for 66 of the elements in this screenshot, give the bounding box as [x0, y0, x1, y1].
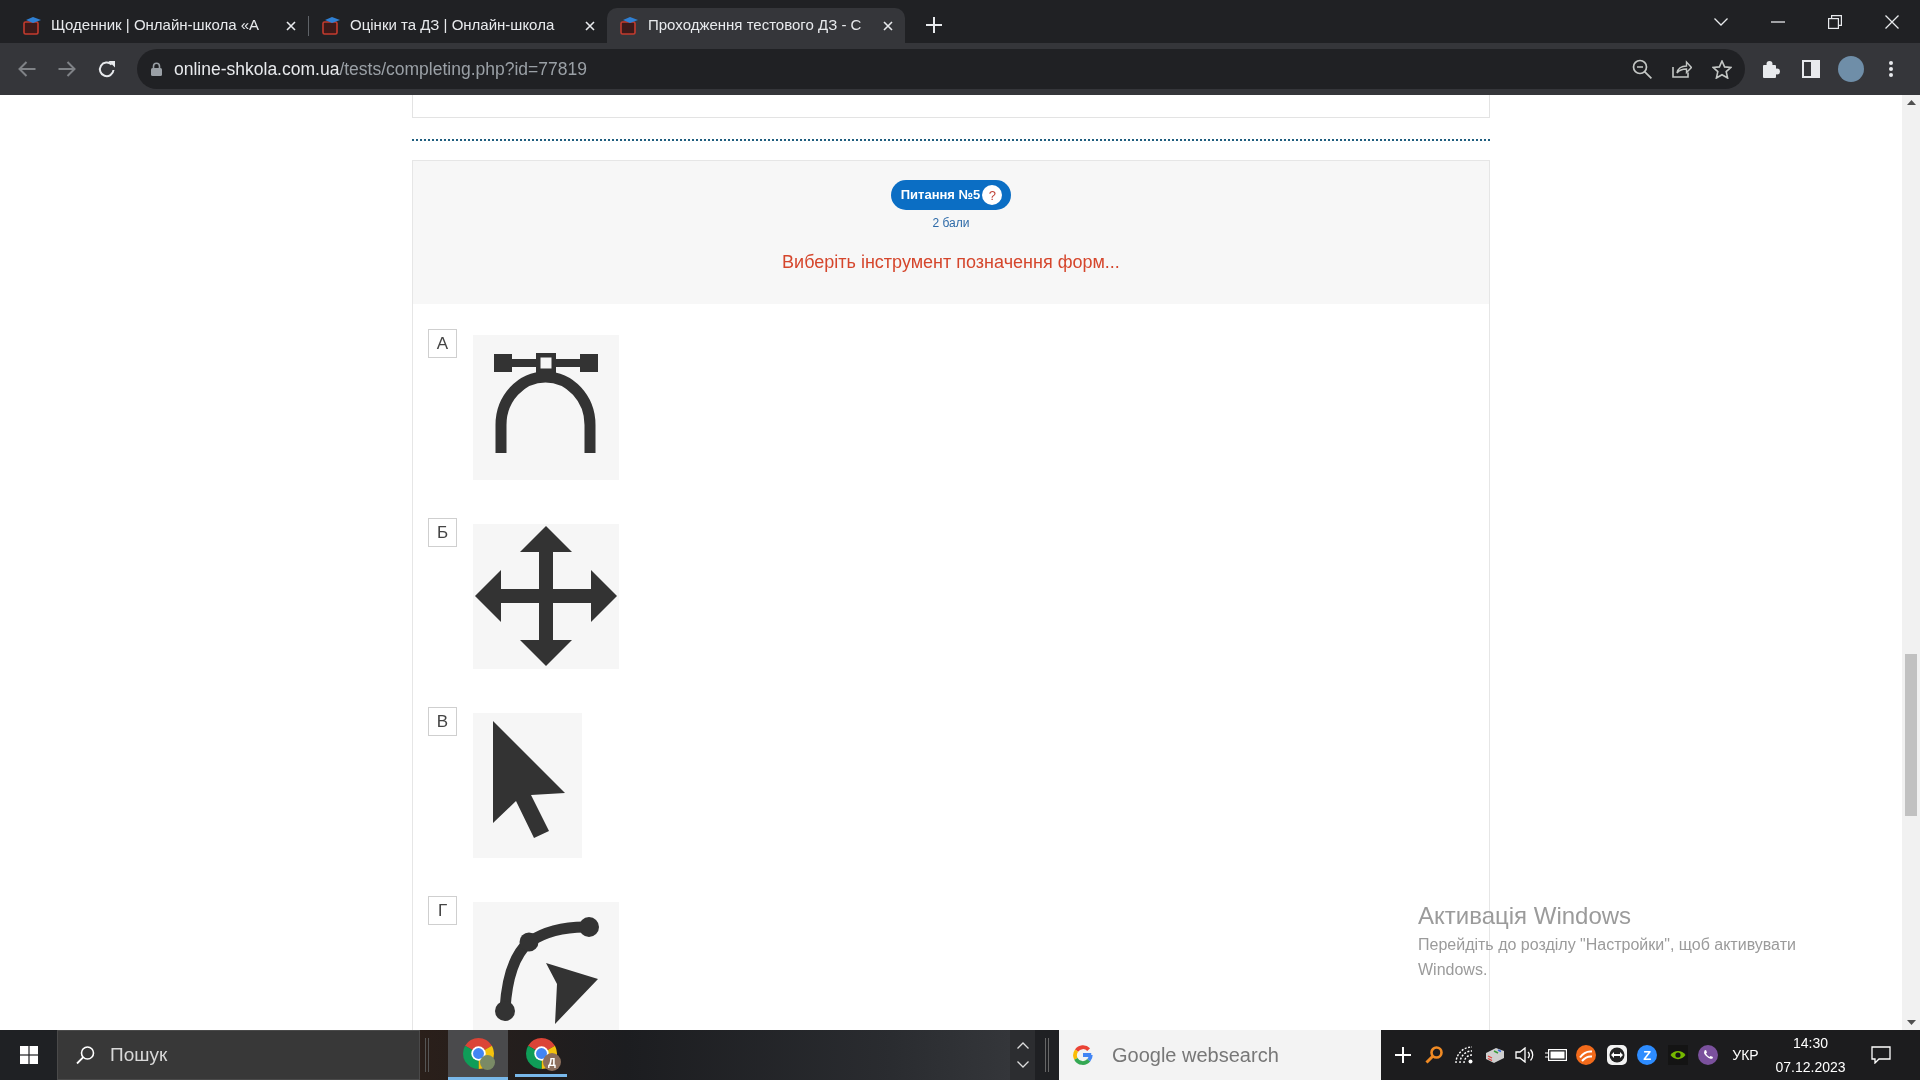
browser-tab[interactable]: Оцінки та ДЗ | Онлайн-школа [309, 8, 607, 43]
points-label: 2 бали [932, 216, 970, 231]
address-field[interactable]: online-shkola.com.ua/tests/completing.php?id=77819 [137, 49, 1745, 89]
close-icon[interactable] [883, 20, 893, 31]
reload-icon [98, 60, 116, 78]
device-icon[interactable] [1484, 1046, 1505, 1064]
clock-time[interactable]: 14:30 [1792, 1031, 1828, 1055]
four-panes-icon [19, 1046, 38, 1064]
browser-tab[interactable]: Проходження тестового ДЗ - С [607, 8, 905, 43]
option-letter[interactable]: А [428, 329, 457, 358]
notification-icon[interactable] [1870, 1046, 1891, 1064]
search-icon [76, 1045, 95, 1065]
close-icon[interactable] [585, 20, 595, 31]
question-text: Виберіть інструмент позначення форм... [782, 251, 1120, 274]
restore-icon [1827, 14, 1842, 29]
four-way-arrow-icon [473, 524, 619, 669]
kebab-menu-icon [1889, 61, 1893, 77]
scrollbar-thumb[interactable] [1905, 654, 1917, 816]
clock-date[interactable]: 07.12.2023 [1775, 1055, 1846, 1079]
speaker-icon[interactable] [1515, 1047, 1536, 1063]
activation-text: Перейдіть до розділу "Настройки", щоб активувати Windows. [1418, 935, 1797, 980]
language-indicator[interactable]: УКР [1724, 1044, 1767, 1066]
side-panel-icon [1802, 60, 1820, 78]
search-field[interactable]: Пошук [57, 1030, 420, 1080]
taskbar-app[interactable]: Д [515, 1030, 567, 1080]
chevron-down-icon[interactable] [1016, 1061, 1029, 1068]
cap-logo-icon [620, 16, 638, 35]
chevron-up-icon[interactable] [1016, 1042, 1029, 1049]
curve-handles-icon [473, 335, 619, 480]
scroll-down-icon[interactable] [1906, 1020, 1916, 1025]
browser-tab[interactable]: Щоденник | Онлайн-школа «А [10, 8, 308, 43]
star-icon[interactable] [1712, 59, 1732, 79]
cap-logo-icon [322, 16, 340, 35]
scroll-up-icon[interactable] [1906, 100, 1916, 105]
share-icon[interactable] [1672, 60, 1692, 78]
lock-icon [151, 62, 162, 76]
profile-letter: Д [543, 1053, 561, 1071]
double-arrow-icon[interactable] [1606, 1045, 1627, 1065]
close-icon [1884, 14, 1899, 29]
help-button[interactable]: ? [982, 185, 1003, 205]
zoom-out-icon[interactable] [1632, 59, 1652, 79]
minimize-icon [1770, 20, 1785, 23]
cap-logo-icon [23, 16, 41, 35]
g-logo-icon [1073, 1045, 1093, 1065]
back-arrow-icon [18, 61, 36, 77]
plus-icon [926, 17, 942, 33]
search-icon[interactable] [1424, 1046, 1443, 1064]
forward-arrow-icon [58, 61, 76, 77]
battery-icon[interactable] [1544, 1049, 1567, 1061]
activation-title: Активація Windows [1418, 902, 1632, 930]
option-letter[interactable]: В [428, 707, 457, 736]
avatar-badge [480, 1055, 495, 1070]
close-icon[interactable] [286, 20, 296, 31]
question-number: Питання №5 [900, 186, 981, 205]
chevron-down-icon [1713, 17, 1728, 26]
plus-icon[interactable] [1395, 1047, 1412, 1063]
wave-disc-icon[interactable] [1576, 1045, 1597, 1065]
puzzle-icon [1762, 60, 1780, 78]
taskbar-app[interactable] [448, 1030, 508, 1080]
wifi-icon[interactable] [1455, 1046, 1474, 1064]
web-search-field[interactable]: Google websearch [1059, 1030, 1381, 1080]
option-letter[interactable]: Г [428, 896, 457, 925]
phone-bubble-icon[interactable] [1698, 1045, 1719, 1065]
profile-avatar[interactable] [1838, 56, 1864, 82]
option-letter[interactable]: Б [428, 518, 457, 547]
eye-logo-icon[interactable] [1667, 1045, 1688, 1065]
